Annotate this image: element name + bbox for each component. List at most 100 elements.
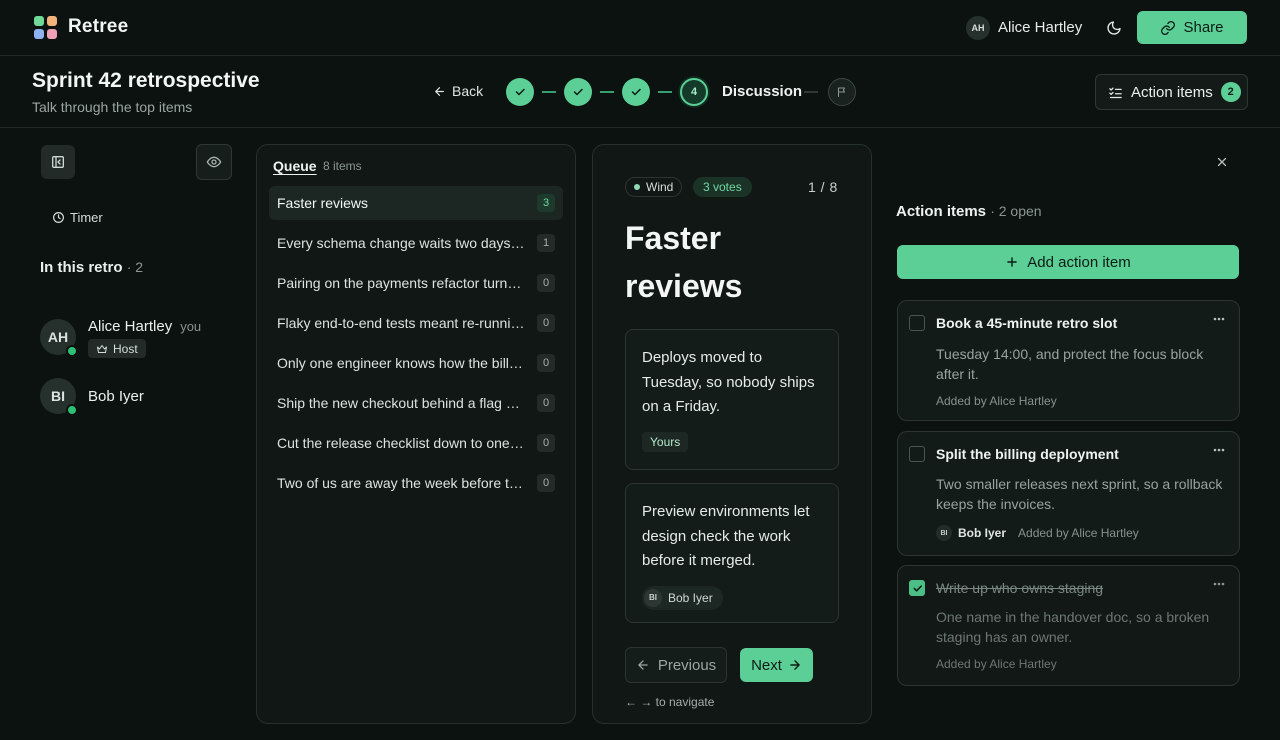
step-progress: 4	[506, 78, 708, 106]
timer-label: Timer	[70, 210, 103, 225]
step-4-current[interactable]: 4	[680, 78, 708, 106]
action-item-title[interactable]: Book a 45-minute retro slot	[936, 315, 1117, 331]
page-subtitle: Talk through the top items	[32, 99, 193, 115]
collapse-sidebar-button[interactable]	[41, 145, 75, 179]
queue-item[interactable]: Flaky end-to-end tests meant re-running …	[269, 306, 563, 340]
participants-count: · 2	[126, 259, 144, 275]
category-tag: Wind	[625, 177, 683, 197]
flag-icon	[838, 87, 845, 97]
back-button[interactable]: Back	[433, 83, 483, 99]
queue-item[interactable]: Two of us are away the week before the l…	[269, 466, 563, 500]
note-author-avatar: BI	[644, 588, 662, 607]
close-panel-button[interactable]	[1212, 152, 1232, 172]
queue-count: 8 items	[323, 159, 362, 173]
assignee[interactable]: BI Bob Iyer	[936, 525, 1006, 541]
sidebar-collapse-icon	[52, 156, 64, 168]
action-item-title[interactable]: Write up who owns staging	[936, 580, 1103, 596]
queue-item-text: Cut the release checklist down to one pa…	[277, 435, 525, 451]
more-horizontal-icon	[1213, 317, 1225, 321]
share-button[interactable]: Share	[1137, 11, 1247, 44]
keyboard-nav-hint: ← → to navigate	[625, 695, 715, 709]
queue-item[interactable]: Only one engineer knows how the billing …	[269, 346, 563, 380]
queue-item-votes: 3	[537, 194, 555, 212]
note-text: Deploys moved to Tuesday, so nobody ship…	[642, 349, 815, 415]
next-label: Next	[751, 656, 782, 674]
yours-badge: Yours	[642, 431, 689, 452]
action-item-card: Split the billing deployment Two smaller…	[897, 431, 1240, 556]
step-connector	[600, 91, 614, 93]
card-position: 1 / 8	[808, 179, 838, 195]
action-items-button[interactable]: Action items 2	[1095, 74, 1248, 110]
online-status-dot	[66, 404, 78, 416]
action-item-checkbox[interactable]	[909, 446, 925, 462]
app-logo-icon	[34, 16, 58, 40]
clock-icon	[53, 212, 64, 223]
check-icon	[573, 88, 583, 96]
add-action-item-button[interactable]: Add action item	[897, 245, 1239, 279]
queue-item-text: Two of us are away the week before the l…	[277, 475, 525, 491]
note-text: Preview environments let design check th…	[642, 503, 810, 569]
online-status-dot	[66, 345, 78, 357]
queue-item-text: Only one engineer knows how the billing …	[277, 355, 525, 371]
assignee-name: Bob Iyer	[958, 526, 1007, 540]
action-item-meta: Added by Alice Hartley	[936, 394, 1057, 408]
action-item-card: Write up who owns staging One name in th…	[897, 565, 1240, 686]
action-items-count: 2	[1220, 82, 1241, 102]
action-item-title[interactable]: Split the billing deployment	[936, 446, 1119, 462]
step-1-done[interactable]	[506, 78, 534, 106]
theme-toggle-button[interactable]	[1104, 18, 1124, 38]
step-5-todo[interactable]	[828, 78, 856, 106]
note-card: Deploys moved to Tuesday, so nobody ship…	[625, 329, 839, 470]
check-icon	[913, 584, 922, 592]
plus-icon	[1007, 257, 1018, 267]
next-button[interactable]: Next	[740, 648, 813, 682]
queue-item[interactable]: Ship the new checkout behind a flag next…	[269, 386, 563, 420]
step-connector	[658, 91, 672, 93]
top-bar	[0, 0, 1280, 56]
queue-item-votes: 0	[537, 394, 555, 412]
participants-title: In this retro	[40, 259, 123, 276]
queue-item-votes: 0	[537, 434, 555, 452]
more-horizontal-icon	[1213, 448, 1225, 452]
note-author-chip: BI Bob Iyer	[642, 585, 723, 610]
action-item-checkbox-checked[interactable]	[909, 580, 925, 596]
queue-item-text: Ship the new checkout behind a flag next…	[277, 395, 525, 411]
back-label: Back	[452, 83, 484, 99]
queue-item[interactable]: Every schema change waits two days for r…	[269, 226, 563, 260]
more-options-button[interactable]	[1213, 448, 1225, 452]
previous-button[interactable]: Previous	[625, 647, 727, 683]
arrow-left-icon	[638, 660, 648, 670]
participants-heading: In this retro · 2	[40, 259, 143, 276]
action-item-description: Two smaller releases next sprint, so a r…	[936, 476, 1223, 512]
queue-item-text: Pairing on the payments refactor turned …	[277, 275, 525, 291]
category-dot	[634, 184, 640, 190]
user-avatar[interactable]: AH	[966, 16, 990, 40]
action-item-checkbox[interactable]	[909, 315, 925, 331]
step-2-done[interactable]	[564, 78, 592, 106]
page-title: Sprint 42 retrospective	[32, 69, 260, 92]
step-connector	[804, 91, 818, 93]
queue-item[interactable]: Cut the release checklist down to one pa…	[269, 426, 563, 460]
queue-item-text: Every schema change waits two days for r…	[277, 235, 525, 251]
queue-item-votes: 0	[537, 314, 555, 332]
queue-item-text: Faster reviews	[277, 195, 369, 211]
action-items-title: Action items	[896, 203, 987, 220]
user-name[interactable]: Alice Hartley	[998, 19, 1082, 36]
step-connector	[542, 91, 556, 93]
visibility-toggle-button[interactable]	[196, 144, 232, 180]
you-label: you	[180, 319, 202, 334]
timer-button[interactable]: Timer	[52, 210, 103, 225]
host-badge: Host	[88, 339, 146, 358]
add-action-item-label: Add action item	[1027, 253, 1131, 271]
action-item-meta: Added by Alice Hartley	[936, 657, 1057, 671]
action-items-heading: Action items · 2 open	[896, 203, 1042, 220]
queue-item[interactable]: Faster reviews 3	[269, 186, 563, 220]
host-label: Host	[113, 341, 138, 356]
step-3-done[interactable]	[622, 78, 650, 106]
queue-item[interactable]: Pairing on the payments refactor turned …	[269, 266, 563, 300]
more-options-button[interactable]	[1213, 582, 1225, 586]
close-icon	[1217, 157, 1227, 167]
queue-item-votes: 1	[537, 234, 555, 252]
previous-label: Previous	[657, 656, 717, 674]
more-options-button[interactable]	[1213, 317, 1225, 321]
